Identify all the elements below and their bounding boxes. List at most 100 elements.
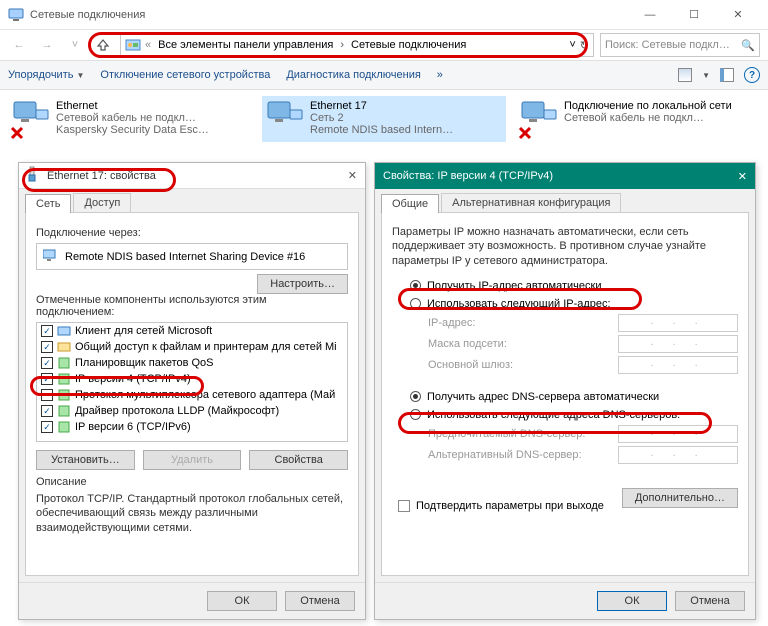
breadcrumb-seg-network[interactable]: Сетевые подключения [348,37,469,53]
disable-device-button[interactable]: Отключение сетевого устройства [100,69,270,81]
window-titlebar: Сетевые подключения — ☐ ✕ [0,0,768,30]
diagnose-button[interactable]: Диагностика подключения [286,69,420,81]
breadcrumb-dropdown-icon[interactable]: ˅ [569,39,575,52]
protocol-icon [57,404,71,418]
checkbox-icon [398,500,410,512]
breadcrumb-sep-icon: › [340,39,344,51]
client-icon [57,324,71,338]
tab-alternate[interactable]: Альтернативная конфигурация [441,193,621,212]
checkbox[interactable]: ✓ [41,357,53,369]
protocol-icon [57,388,71,402]
nav-forward-button[interactable]: → [36,34,58,56]
preview-pane-button[interactable] [720,68,734,82]
service-icon [57,340,71,354]
mask-input[interactable]: . . . [618,335,738,353]
gateway-label: Основной шлюз: [428,359,618,371]
radio-icon [410,409,421,420]
dialog-title: Свойства: IP версии 4 (TCP/IPv4) [383,170,553,182]
dns2-input[interactable]: . . . [618,446,738,464]
manual-dns-radio[interactable]: Использовать следующие адреса DNS-сервер… [410,409,738,421]
maximize-button[interactable]: ☐ [672,1,716,29]
adapter-name: Remote NDIS based Internet Sharing Devic… [65,251,305,263]
connection-item-ethernet17[interactable]: Ethernet 17 Сеть 2 Remote NDIS based Int… [262,96,506,142]
connection-adapter: Remote NDIS based Intern… [310,124,502,136]
disconnected-icon [518,126,532,140]
checkbox[interactable]: ✓ [41,325,53,337]
network-adapter-icon [266,100,304,138]
dropdown-history-icon[interactable]: ˅ [64,34,86,56]
checkbox[interactable]: ✓ [41,421,53,433]
ok-button[interactable]: ОК [207,591,277,611]
dialog-footer: ОК Отмена [375,582,755,619]
adapter-field: Remote NDIS based Internet Sharing Devic… [36,243,348,270]
nav-up-button[interactable] [92,34,114,56]
connection-title: Ethernet 17 [310,100,502,112]
breadcrumb-seg-panel[interactable]: Все элементы панели управления [155,37,336,53]
toolbar-more-button[interactable]: » [437,69,443,81]
auto-ip-radio[interactable]: Получить IP-адрес автоматически [410,280,738,292]
nav-back-button[interactable]: ← [8,34,30,56]
dialog-close-button[interactable]: ✕ [348,169,357,182]
components-list[interactable]: ✓Клиент для сетей Microsoft ✓Общий досту… [36,322,348,442]
manual-ip-radio[interactable]: Использовать следующий IP-адрес: [410,298,738,310]
view-dropdown-icon[interactable]: ▼ [702,71,710,80]
app-icon [8,7,24,23]
view-icons-button[interactable] [678,68,692,82]
configure-button[interactable]: Настроить… [257,274,348,294]
remove-button[interactable]: Удалить [143,450,242,470]
dialog-close-button[interactable]: ✕ [738,170,747,183]
service-icon [57,356,71,370]
ip-label: IP-адрес: [428,317,618,329]
cancel-button[interactable]: Отмена [675,591,745,611]
organize-menu[interactable]: Упорядочить▼ [8,69,84,81]
close-button[interactable]: ✕ [716,1,760,29]
mask-label: Маска подсети: [428,338,618,350]
help-button[interactable]: ? [744,67,760,83]
address-bar[interactable]: « Все элементы панели управления › Сетев… [120,33,594,57]
refresh-icon[interactable]: ↻ [580,39,589,52]
checkbox[interactable]: ✓ [41,373,53,385]
radio-icon [410,280,421,291]
connection-title: Подключение по локальной сети [564,100,756,112]
component-item: ✓Планировщик пакетов QoS [37,355,347,371]
adapter-properties-dialog: Ethernet 17: свойства ✕ Сеть Доступ Подк… [18,162,366,620]
search-input[interactable]: Поиск: Сетевые подкл… 🔍 [600,33,760,57]
dialogs-area: Ethernet 17: свойства ✕ Сеть Доступ Подк… [18,162,756,620]
panel-icon [125,37,141,53]
install-button[interactable]: Установить… [36,450,135,470]
dns1-input[interactable]: . . . [618,425,738,443]
minimize-button[interactable]: — [628,1,672,29]
gateway-input[interactable]: . . . [618,356,738,374]
toolbar: Упорядочить▼ Отключение сетевого устройс… [0,60,768,90]
tab-network[interactable]: Сеть [25,194,71,213]
dialog-titlebar[interactable]: Свойства: IP версии 4 (TCP/IPv4) ✕ [375,163,755,189]
validate-checkbox[interactable]: Подтвердить параметры при выходе [398,500,622,512]
cancel-button[interactable]: Отмена [285,591,355,611]
window-title: Сетевые подключения [30,9,628,21]
component-item: ✓Общий доступ к файлам и принтерам для с… [37,339,347,355]
connect-via-label: Подключение через: [36,227,348,239]
connection-item-local[interactable]: Подключение по локальной сети Сетевой ка… [516,96,760,142]
checkbox[interactable] [41,389,53,401]
checkbox[interactable]: ✓ [41,405,53,417]
network-adapter-icon [520,100,558,138]
properties-button[interactable]: Свойства [249,450,348,470]
component-item-ipv4: ✓IP версии 4 (TCP/IPv4) [37,371,347,387]
adapter-small-icon [43,248,59,265]
description-label: Описание [36,476,348,488]
checkbox[interactable]: ✓ [41,341,53,353]
auto-dns-radio[interactable]: Получить адрес DNS-сервера автоматически [410,391,738,403]
connection-item-ethernet[interactable]: Ethernet Сетевой кабель не подкл… Kasper… [8,96,252,142]
dialog-titlebar[interactable]: Ethernet 17: свойства ✕ [19,163,365,189]
component-item: ✓Клиент для сетей Microsoft [37,323,347,339]
intro-text: Параметры IP можно назначать автоматичес… [392,223,738,270]
ok-button[interactable]: ОК [597,591,667,611]
dialog-title: Ethernet 17: свойства [47,170,156,182]
ip-input[interactable]: . . . [618,314,738,332]
tab-access[interactable]: Доступ [73,193,131,212]
component-item: ✓IP версии 6 (TCP/IPv6) [37,419,347,435]
advanced-button[interactable]: Дополнительно… [622,488,738,508]
tab-general[interactable]: Общие [381,194,439,213]
connection-status: Сетевой кабель не подкл… [56,112,248,124]
component-item: ✓Драйвер протокола LLDP (Майкрософт) [37,403,347,419]
